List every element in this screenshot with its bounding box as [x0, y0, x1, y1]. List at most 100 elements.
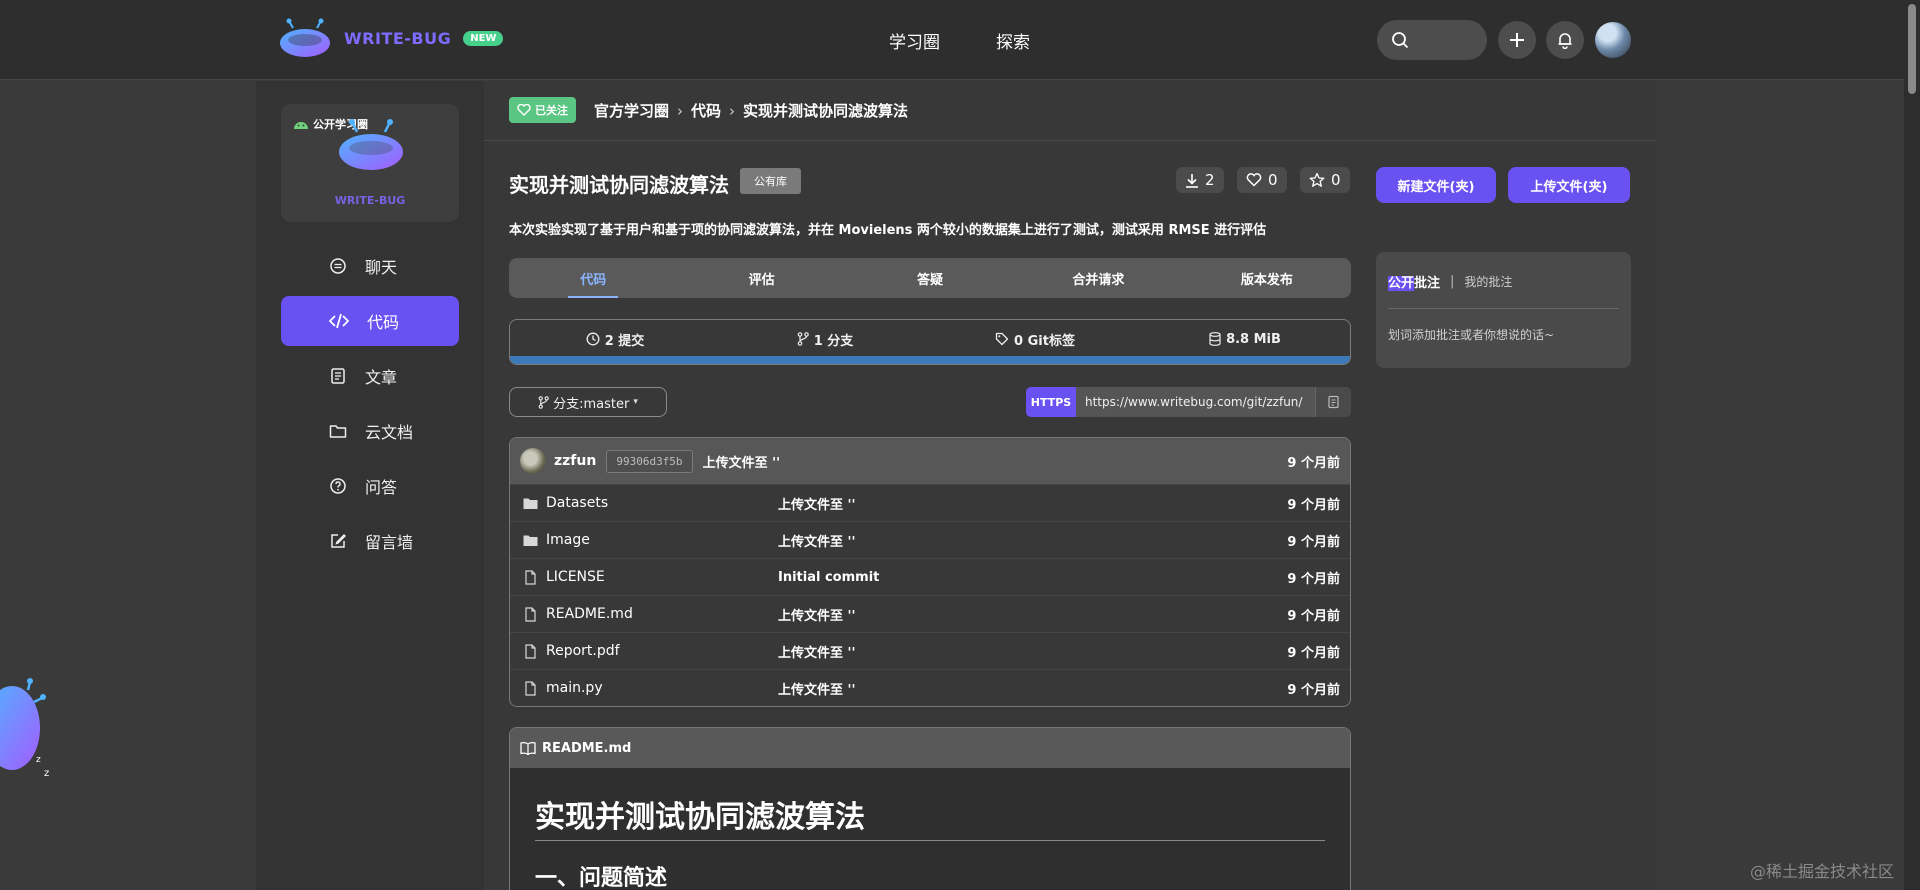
breadcrumb-official-circle[interactable]: 官方学习圈	[594, 100, 669, 121]
file-name[interactable]: Datasets	[546, 495, 778, 511]
nav-explore[interactable]: 探索	[996, 28, 1030, 53]
bug-mascot-icon	[280, 18, 330, 57]
tab-merge-requests[interactable]: 合并请求	[1014, 258, 1182, 298]
file-name[interactable]: LICENSE	[546, 569, 778, 585]
notifications-button[interactable]	[1546, 21, 1584, 59]
file-time: 9 个月前	[1287, 608, 1340, 624]
database-icon	[1209, 332, 1221, 346]
follow-button[interactable]: 已关注	[509, 97, 576, 123]
protocol-https-button[interactable]: HTTPS	[1026, 387, 1076, 417]
branch-icon	[538, 395, 549, 409]
file-time: 9 个月前	[1287, 645, 1340, 661]
circle-logo-text: WRITE-BUG	[334, 194, 406, 207]
annotations-panel: 公开批注 | 我的批注 划词添加批注或者你想说的话~	[1376, 252, 1631, 368]
tab-evaluate[interactable]: 评估	[677, 258, 845, 298]
repo-title: 实现并测试协同滤波算法	[509, 173, 729, 197]
file-list: zzfun 99306d3f5b 上传文件至 '' 9 个月前 Datasets…	[509, 437, 1351, 707]
commits-stat[interactable]: 2 提交	[510, 320, 720, 358]
commits-count: 2 提交	[604, 333, 645, 349]
top-nav: 学习圈 探索	[889, 28, 1030, 53]
tags-stat[interactable]: 0 Git标签	[930, 320, 1140, 358]
brand-logo[interactable]: WRITE-BUG NEW	[278, 18, 504, 58]
committer-avatar[interactable]	[520, 448, 546, 474]
file-row-image[interactable]: Image 上传文件至 '' 9 个月前	[510, 521, 1350, 558]
file-row-main[interactable]: main.py 上传文件至 '' 9 个月前	[510, 669, 1350, 706]
download-icon	[1186, 173, 1198, 188]
clone-url-field[interactable]: https://www.writebug.com/git/zzfun/	[1076, 387, 1315, 417]
sidebar-item-code[interactable]: 代码	[281, 296, 459, 346]
file-name[interactable]: Image	[546, 532, 778, 548]
file-commit-message[interactable]: 上传文件至 ''	[778, 605, 856, 624]
repo-tabs: 代码 评估 答疑 合并请求 版本发布	[509, 258, 1351, 298]
sidebar-item-label: 文章	[365, 368, 398, 387]
tab-separator: |	[1450, 274, 1455, 289]
readme-heading: 实现并测试协同滤波算法	[535, 800, 865, 835]
upload-file-button[interactable]: 上传文件(夹)	[1508, 167, 1630, 203]
sidebar-item-label: 云文档	[365, 423, 414, 442]
file-commit-message[interactable]: 上传文件至 ''	[778, 494, 856, 513]
page-scrollbar[interactable]	[1904, 0, 1920, 890]
file-row-license[interactable]: LICENSE Initial commit 9 个月前	[510, 558, 1350, 595]
new-file-button[interactable]: 新建文件(夹)	[1376, 167, 1496, 203]
scrollbar-thumb[interactable]	[1908, 4, 1916, 94]
file-commit-message[interactable]: Initial commit	[778, 570, 879, 585]
file-commit-message[interactable]: 上传文件至 ''	[778, 642, 856, 661]
svg-text:z: z	[36, 755, 41, 765]
study-circle-card[interactable]: 公开学习圈 WRITE-BUG	[281, 104, 459, 222]
tab-releases[interactable]: 版本发布	[1183, 258, 1351, 298]
sidebar-item-label: 问答	[365, 478, 398, 497]
readme-divider	[535, 840, 1325, 841]
branches-stat[interactable]: 1 分支	[720, 320, 930, 358]
sidebar-item-qa[interactable]: 问答	[281, 461, 459, 511]
file-row-readme[interactable]: README.md 上传文件至 '' 9 个月前	[510, 595, 1350, 632]
star-button[interactable]: 0	[1300, 167, 1350, 193]
file-name[interactable]: Report.pdf	[546, 643, 778, 659]
download-button[interactable]: 2	[1176, 167, 1224, 193]
tab-code[interactable]: 代码	[509, 258, 677, 298]
search-input[interactable]	[1377, 20, 1487, 60]
breadcrumb-code[interactable]: 代码	[691, 100, 721, 121]
annotation-hint: 划词添加批注或者你想说的话~	[1388, 328, 1555, 342]
floating-mascot[interactable]: z z	[0, 670, 70, 800]
search-icon	[1392, 32, 1409, 49]
tab-qa[interactable]: 答疑	[846, 258, 1014, 298]
committer-name[interactable]: zzfun	[554, 453, 596, 469]
nav-study-circle[interactable]: 学习圈	[889, 28, 940, 53]
file-icon	[525, 606, 536, 622]
sidebar-item-label: 聊天	[365, 258, 398, 277]
tab-public-annotations[interactable]: 公开批注	[1388, 272, 1440, 291]
sidebar-item-message-wall[interactable]: 留言墙	[281, 516, 459, 566]
file-commit-message[interactable]: 上传文件至 ''	[778, 531, 856, 550]
sidebar-item-chat[interactable]: 聊天	[281, 241, 459, 291]
sidebar-item-cloud-docs[interactable]: 云文档	[281, 406, 459, 456]
sidebar-item-articles[interactable]: 文章	[281, 351, 459, 401]
branch-selector[interactable]: 分支:master ▾	[509, 387, 667, 417]
brand-name: WRITE-BUG	[344, 28, 452, 48]
folder-icon	[329, 425, 347, 438]
top-bar: WRITE-BUG NEW 学习圈 探索	[0, 0, 1920, 80]
file-commit-message[interactable]: 上传文件至 ''	[778, 679, 856, 698]
folder-icon	[523, 498, 538, 509]
breadcrumb-repo[interactable]: 实现并测试协同滤波算法	[743, 100, 908, 121]
file-row-report[interactable]: Report.pdf 上传文件至 '' 9 个月前	[510, 632, 1350, 669]
add-button[interactable]	[1498, 21, 1536, 59]
commit-hash[interactable]: 99306d3f5b	[606, 449, 693, 473]
like-button[interactable]: 0	[1237, 167, 1287, 193]
file-name[interactable]: main.py	[546, 680, 778, 696]
annotation-divider	[1388, 308, 1619, 309]
book-icon	[520, 742, 536, 755]
copy-url-button[interactable]	[1315, 387, 1351, 417]
tag-icon	[995, 332, 1009, 346]
copy-icon	[1328, 395, 1339, 409]
tab-my-annotations[interactable]: 我的批注	[1464, 273, 1512, 290]
user-avatar[interactable]	[1595, 22, 1631, 58]
breadcrumb-row: 已关注 官方学习圈 › 代码 › 实现并测试协同滤波算法	[484, 81, 1656, 141]
download-count: 2	[1205, 171, 1215, 189]
tab-public-rest: 批注	[1414, 276, 1441, 291]
clock-icon	[586, 332, 600, 346]
language-bar	[510, 356, 1350, 364]
file-row-datasets[interactable]: Datasets 上传文件至 '' 9 个月前	[510, 484, 1350, 521]
file-name[interactable]: README.md	[546, 606, 778, 622]
commit-message[interactable]: 上传文件至 ''	[703, 452, 781, 471]
file-icon	[525, 680, 536, 696]
